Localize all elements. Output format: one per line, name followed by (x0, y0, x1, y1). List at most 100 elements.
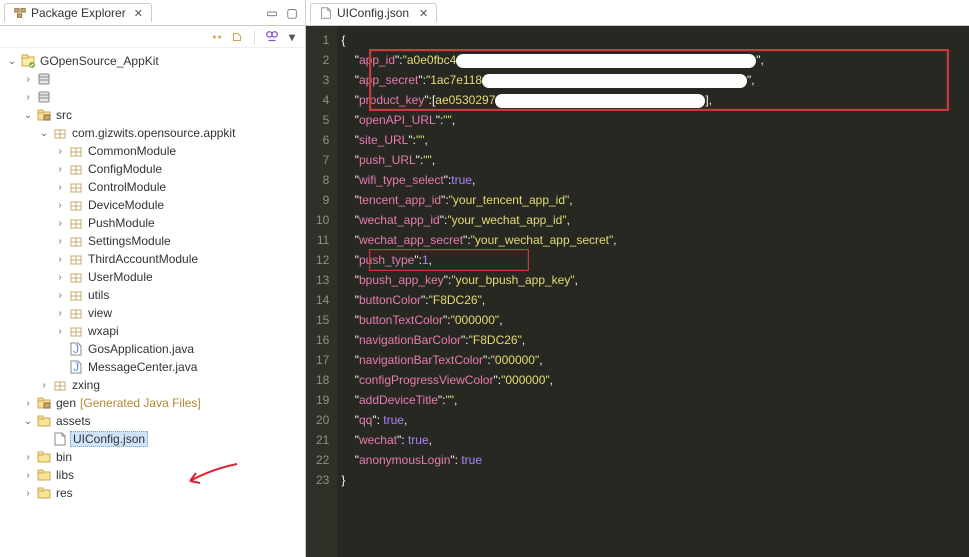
tree-label: ControlModule (86, 180, 166, 194)
code-line[interactable]: "wechat_app_secret":"your_wechat_app_sec… (337, 230, 969, 250)
line-number: 11 (316, 230, 329, 250)
pkg-push[interactable]: ›PushModule (6, 214, 305, 232)
divider (254, 30, 255, 44)
twisty-icon[interactable]: › (38, 380, 50, 391)
pkg-settings[interactable]: › SettingsModule (6, 232, 305, 250)
code-line[interactable]: "tencent_app_id":"your_tencent_app_id", (337, 190, 969, 210)
editor-tab-uiconfig[interactable]: UIConfig.json ✕ (310, 3, 437, 22)
tree-label: view (86, 306, 112, 320)
code-line[interactable]: "navigationBarColor":"F8DC26", (337, 330, 969, 350)
code-line[interactable]: "navigationBarTextColor":"000000", (337, 350, 969, 370)
package-icon (68, 287, 84, 303)
line-number: 20 (316, 410, 329, 430)
java-gosapp[interactable]: ›JGosApplication.java (6, 340, 305, 358)
code-line[interactable]: "wechat": true, (337, 430, 969, 450)
code-line[interactable]: "site_URL":"", (337, 130, 969, 150)
twisty-icon[interactable]: › (22, 452, 34, 463)
twisty-icon[interactable]: › (54, 326, 66, 337)
tree-label: SettingsModule (86, 234, 171, 248)
package-icon (68, 161, 84, 177)
root-package[interactable]: ⌄com.gizwits.opensource.appkit (6, 124, 305, 142)
gen-folder[interactable]: ›gen[Generated Java Files] (6, 394, 305, 412)
code-line[interactable]: "wifi_type_select":true, (337, 170, 969, 190)
res-folder[interactable]: ›res (6, 484, 305, 502)
twisty-icon[interactable]: › (54, 164, 66, 175)
code-line[interactable]: } (337, 470, 969, 490)
libs-folder[interactable]: › libs (6, 466, 305, 484)
assets-folder[interactable]: ⌄assets (6, 412, 305, 430)
code-editor[interactable]: 1234567891011121314151617181920212223 { … (306, 26, 969, 557)
twisty-icon[interactable]: › (54, 272, 66, 283)
twisty-icon[interactable]: › (54, 254, 66, 265)
twisty-icon[interactable]: ⌄ (22, 416, 34, 427)
pkg-common[interactable]: ›CommonModule (6, 142, 305, 160)
twisty-icon[interactable]: ⌄ (38, 128, 50, 139)
twisty-icon[interactable]: › (54, 236, 66, 247)
code-line[interactable]: "app_secret":"1ac7e118", (337, 70, 969, 90)
code-line[interactable]: "bpush_app_key":"your_bpush_app_key", (337, 270, 969, 290)
file-uiconfig[interactable]: ›UIConfig.json (6, 430, 305, 448)
tree-label: bin (54, 450, 72, 464)
view-menu-icon[interactable] (265, 30, 279, 44)
code-line[interactable]: "push_type":1, (337, 250, 969, 270)
link-with-editor-icon[interactable] (210, 30, 224, 44)
folder-icon (36, 413, 52, 429)
pkg-wxapi[interactable]: ›wxapi (6, 322, 305, 340)
twisty-icon[interactable]: › (54, 290, 66, 301)
twisty-icon[interactable]: › (22, 488, 34, 499)
project-node[interactable]: ⌄GOpenSource_AppKit (6, 52, 305, 70)
lib-private[interactable]: › (6, 88, 305, 106)
focus-task-icon[interactable] (230, 30, 244, 44)
code-line[interactable]: "openAPI_URL":"", (337, 110, 969, 130)
code-line[interactable]: "product_key":[ae0530297], (337, 90, 969, 110)
code-line[interactable]: { (337, 30, 969, 50)
src-folder[interactable]: ⌄src (6, 106, 305, 124)
code-line[interactable]: "qq": true, (337, 410, 969, 430)
close-icon[interactable]: ✕ (419, 7, 428, 20)
folder-icon (36, 485, 52, 501)
pkg-config[interactable]: › ConfigModule (6, 160, 305, 178)
code-line[interactable]: "configProgressViewColor":"000000", (337, 370, 969, 390)
twisty-icon[interactable]: › (22, 398, 34, 409)
twisty-icon[interactable]: › (22, 92, 34, 103)
code-area[interactable]: { "app_id":"a0e0fbc4", "app_secret":"1ac… (337, 26, 969, 557)
code-line[interactable]: "buttonColor":"F8DC26", (337, 290, 969, 310)
twisty-icon[interactable]: › (22, 74, 34, 85)
twisty-icon[interactable]: › (22, 470, 34, 481)
tree-label: ConfigModule (86, 162, 162, 176)
code-line[interactable]: "addDeviceTitle":"", (337, 390, 969, 410)
jar-icon (36, 89, 52, 105)
twisty-icon[interactable]: › (54, 308, 66, 319)
tree-label: libs (54, 468, 74, 482)
code-line[interactable]: "buttonTextColor":"000000", (337, 310, 969, 330)
twisty-icon[interactable]: ⌄ (6, 56, 18, 67)
pkg-control[interactable]: › ControlModule (6, 178, 305, 196)
svg-text:J: J (73, 360, 79, 374)
pkg-utils[interactable]: ›utils (6, 286, 305, 304)
explorer-tab[interactable]: Package Explorer ✕ (4, 3, 152, 22)
twisty-icon[interactable]: ⌄ (22, 110, 34, 121)
code-line[interactable]: "app_id":"a0e0fbc4", (337, 50, 969, 70)
bin-folder[interactable]: › bin (6, 448, 305, 466)
twisty-icon[interactable]: › (54, 146, 66, 157)
twisty-icon[interactable]: › (54, 182, 66, 193)
code-line[interactable]: "push_URL":"", (337, 150, 969, 170)
tree-label: UIConfig.json (70, 431, 148, 447)
pkg-zxing[interactable]: ›zxing (6, 376, 305, 394)
pkg-third[interactable]: ›ThirdAccountModule (6, 250, 305, 268)
dropdown-menu-icon[interactable]: ▾ (285, 30, 299, 44)
minimize-icon[interactable]: ▭ (263, 4, 281, 22)
lib-android[interactable]: › (6, 70, 305, 88)
code-line[interactable]: "wechat_app_id":"your_wechat_app_id", (337, 210, 969, 230)
pkg-device[interactable]: ›DeviceModule (6, 196, 305, 214)
close-icon[interactable]: ✕ (134, 7, 143, 20)
maximize-icon[interactable]: ▢ (283, 4, 301, 22)
twisty-icon[interactable]: › (54, 200, 66, 211)
java-msgcenter[interactable]: ›JMessageCenter.java (6, 358, 305, 376)
pkg-user[interactable]: ›UserModule (6, 268, 305, 286)
pkg-view[interactable]: › view (6, 304, 305, 322)
code-line[interactable]: "anonymousLogin": true (337, 450, 969, 470)
twisty-icon[interactable]: › (54, 218, 66, 229)
project-tree[interactable]: ⌄GOpenSource_AppKit › › ⌄src⌄com.gizwits.op… (0, 48, 305, 557)
tree-label: MessageCenter.java (86, 360, 197, 374)
